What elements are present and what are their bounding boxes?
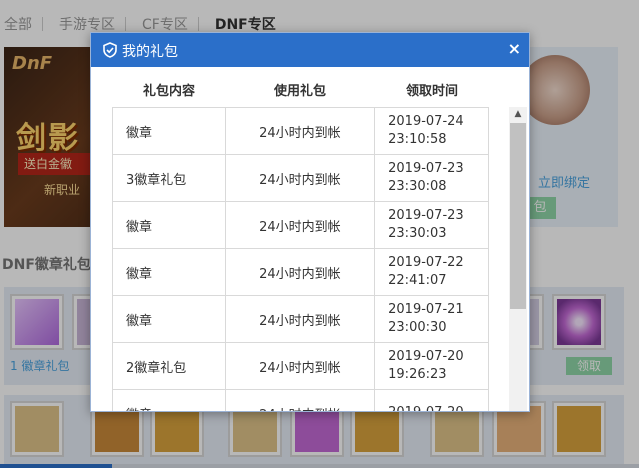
gift-date: 2019-07-20 [388, 405, 464, 411]
gift-time-cell: 2019-07-20 [374, 389, 489, 411]
dialog-body: 礼包内容 使用礼包 领取时间 徽章 24小时内到帐 2019-07-24 23:1… [91, 67, 529, 411]
gift-time-cell: 2019-07-22 22:41:07 [374, 248, 489, 296]
gift-content-cell: 徽章 [112, 248, 226, 296]
column-header-time: 领取时间 [405, 84, 458, 99]
gift-usage-cell: 24小时内到帐 [224, 201, 376, 249]
column-header-usage: 使用礼包 [273, 84, 326, 99]
gift-usage-cell: 24小时内到帐 [224, 107, 376, 155]
gift-time-cell: 2019-07-21 23:00:30 [374, 295, 489, 343]
scrollbar-thumb[interactable] [510, 123, 526, 309]
gift-usage-cell: 24小时内到帐 [224, 389, 376, 411]
gift-content-cell: 徽章 [112, 107, 226, 155]
scroll-up-icon[interactable]: ▲ [509, 107, 527, 121]
gift-date: 2019-07-24 [388, 114, 464, 129]
dialog-title: 我的礼包 [122, 44, 178, 60]
table-row: 徽章 24小时内到帐 2019-07-24 23:10:58 [112, 107, 489, 155]
gift-content-cell: 徽章 [112, 201, 226, 249]
gift-content-cell: 徽章 [112, 389, 226, 411]
gift-clock: 22:41:07 [388, 273, 447, 288]
table-row: 3徽章礼包 24小时内到帐 2019-07-23 23:30:08 [112, 154, 489, 202]
table-header: 礼包内容 使用礼包 领取时间 [113, 83, 489, 105]
gift-date: 2019-07-20 [388, 349, 464, 364]
gift-date: 2019-07-21 [388, 302, 464, 317]
gift-clock: 23:30:08 [388, 179, 447, 194]
close-icon[interactable]: × [508, 39, 521, 59]
table-row: 徽章 24小时内到帐 2019-07-20 [112, 389, 489, 411]
vertical-scrollbar[interactable]: ▲ ▼ [509, 107, 527, 411]
gift-time-cell: 2019-07-23 23:30:03 [374, 201, 489, 249]
gift-time-cell: 2019-07-20 19:26:23 [374, 342, 489, 390]
gift-time-cell: 2019-07-23 23:30:08 [374, 154, 489, 202]
table-row: 徽章 24小时内到帐 2019-07-21 23:00:30 [112, 295, 489, 343]
column-header-content: 礼包内容 [142, 84, 195, 99]
gift-content-cell: 2徽章礼包 [112, 342, 226, 390]
gift-usage-cell: 24小时内到帐 [224, 154, 376, 202]
gift-date: 2019-07-22 [388, 255, 464, 270]
table-row: 2徽章礼包 24小时内到帐 2019-07-20 19:26:23 [112, 342, 489, 390]
my-gifts-dialog: 我的礼包 × 礼包内容 使用礼包 领取时间 徽章 24小时内到帐 2019-07… [90, 32, 530, 412]
gift-usage-cell: 24小时内到帐 [224, 342, 376, 390]
gift-time-cell: 2019-07-24 23:10:58 [374, 107, 489, 155]
gift-date: 2019-07-23 [388, 208, 464, 223]
dialog-header: 我的礼包 × [91, 33, 529, 67]
gift-clock: 19:26:23 [388, 367, 447, 382]
gift-usage-cell: 24小时内到帐 [224, 295, 376, 343]
gift-clock: 23:10:58 [388, 132, 447, 147]
table-row: 徽章 24小时内到帐 2019-07-22 22:41:07 [112, 248, 489, 296]
gift-content-cell: 3徽章礼包 [112, 154, 226, 202]
gift-usage-cell: 24小时内到帐 [224, 248, 376, 296]
shield-check-icon [103, 42, 117, 58]
gift-table: 徽章 24小时内到帐 2019-07-24 23:10:58 3徽章礼包 24小时… [112, 107, 489, 411]
gift-clock: 23:30:03 [388, 226, 447, 241]
gift-clock: 23:00:30 [388, 320, 447, 335]
gift-date: 2019-07-23 [388, 161, 464, 176]
gift-content-cell: 徽章 [112, 295, 226, 343]
table-row: 徽章 24小时内到帐 2019-07-23 23:30:03 [112, 201, 489, 249]
